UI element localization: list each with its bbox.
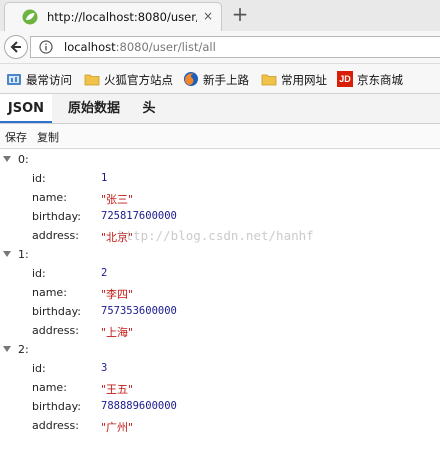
table-row[interactable]: birthday: 725817600000 bbox=[0, 208, 440, 226]
back-button[interactable] bbox=[4, 35, 28, 59]
prop-key: birthday: bbox=[32, 210, 81, 223]
prop-key: address: bbox=[32, 324, 79, 337]
prop-value: "李四" bbox=[101, 288, 134, 301]
bookmark-label: 火狐官方站点 bbox=[104, 73, 173, 87]
prop-key: name: bbox=[32, 381, 67, 394]
table-row[interactable]: birthday: 757353600000 bbox=[0, 303, 440, 321]
node-key: 0: bbox=[18, 153, 29, 166]
table-row[interactable]: id: 1 bbox=[0, 170, 440, 188]
most-visited-icon bbox=[7, 74, 21, 85]
table-row[interactable]: birthday: 788889600000 bbox=[0, 398, 440, 416]
table-row[interactable]: id: 2 bbox=[0, 265, 440, 283]
table-row[interactable]: name: "张三" bbox=[0, 189, 440, 207]
prop-key: name: bbox=[32, 191, 67, 204]
back-arrow-icon bbox=[10, 41, 21, 53]
tree-node-2[interactable]: 2: bbox=[0, 341, 440, 359]
prop-key: address: bbox=[32, 229, 79, 242]
tab-json[interactable]: JSON bbox=[0, 94, 52, 123]
table-row[interactable]: name: "王五" bbox=[0, 379, 440, 397]
prop-key: id: bbox=[32, 362, 46, 375]
url-host: localhost bbox=[64, 40, 116, 54]
info-icon[interactable] bbox=[39, 40, 53, 54]
bookmark-firefox-official[interactable]: 火狐官方站点 bbox=[84, 69, 180, 89]
prop-key: id: bbox=[32, 267, 46, 280]
bookmark-label: 新手上路 bbox=[203, 73, 249, 87]
collapse-triangle-icon[interactable] bbox=[3, 346, 11, 352]
prop-value: 788889600000 bbox=[101, 400, 177, 412]
firefox-icon bbox=[184, 72, 198, 86]
prop-value: "张三" bbox=[101, 193, 134, 206]
table-row[interactable]: address: "北京" bbox=[0, 227, 440, 245]
close-icon[interactable]: × bbox=[203, 9, 215, 23]
table-row[interactable]: id: 3 bbox=[0, 360, 440, 378]
url-text[interactable]: localhost:8080/user/list/all bbox=[64, 40, 216, 54]
prop-key: name: bbox=[32, 286, 67, 299]
prop-key: address: bbox=[32, 419, 79, 432]
jd-icon: JD bbox=[337, 71, 353, 87]
collapse-triangle-icon[interactable] bbox=[3, 156, 11, 162]
tree-node-1[interactable]: 1: bbox=[0, 246, 440, 264]
leaf-icon bbox=[22, 9, 38, 25]
bookmark-jd[interactable]: JD 京东商城 bbox=[337, 69, 413, 89]
bookmark-most-visited[interactable]: 最常访问 bbox=[6, 69, 78, 89]
prop-key: birthday: bbox=[32, 305, 81, 318]
tab-strip: http://localhost:8080/user/list/all × + bbox=[0, 0, 440, 31]
tree-node-0[interactable]: 0: bbox=[0, 151, 440, 169]
prop-value: 1 bbox=[101, 172, 108, 184]
prop-value: "广州" bbox=[101, 421, 134, 434]
url-bar[interactable]: localhost:8080/user/list/all bbox=[30, 36, 440, 58]
json-toolbar: 保存 复制 bbox=[0, 124, 440, 149]
node-key: 1: bbox=[18, 248, 29, 261]
node-key: 2: bbox=[18, 343, 29, 356]
prop-key: birthday: bbox=[32, 400, 81, 413]
prop-value: "王五" bbox=[101, 383, 134, 396]
prop-value: "上海" bbox=[101, 326, 134, 339]
tab-raw-data[interactable]: 原始数据 bbox=[58, 94, 130, 123]
url-path: :8080/user/list/all bbox=[115, 40, 216, 54]
prop-value: "北京" bbox=[101, 231, 134, 244]
prop-value: 2 bbox=[101, 267, 108, 279]
bookmark-label: 常用网址 bbox=[281, 73, 327, 87]
new-tab-button[interactable]: + bbox=[229, 3, 251, 27]
save-button[interactable]: 保存 bbox=[5, 129, 27, 145]
bookmark-label: 最常访问 bbox=[26, 73, 72, 87]
prop-value: 757353600000 bbox=[101, 305, 177, 317]
table-row[interactable]: name: "李四" bbox=[0, 284, 440, 302]
json-tree: 0: id: 1 name: "张三" birthday: 7258176000… bbox=[0, 149, 440, 450]
prop-key: id: bbox=[32, 172, 46, 185]
bookmark-common-sites[interactable]: 常用网址 bbox=[261, 69, 333, 89]
tab-title: http://localhost:8080/user/list/all bbox=[47, 10, 197, 24]
table-row[interactable]: address: "上海" bbox=[0, 322, 440, 340]
table-row[interactable]: address: "广州" bbox=[0, 417, 440, 435]
prop-value: 3 bbox=[101, 362, 108, 374]
prop-value: 725817600000 bbox=[101, 210, 177, 222]
collapse-triangle-icon[interactable] bbox=[3, 251, 11, 257]
bookmark-getting-started[interactable]: 新手上路 bbox=[183, 69, 258, 89]
browser-tab[interactable]: http://localhost:8080/user/list/all × bbox=[4, 2, 222, 31]
json-viewer-tabs: JSON 原始数据 头 bbox=[0, 94, 440, 124]
navigation-bar: localhost:8080/user/list/all bbox=[0, 31, 440, 64]
bookmark-label: 京东商城 bbox=[357, 73, 403, 87]
folder-icon bbox=[84, 74, 100, 86]
copy-button[interactable]: 复制 bbox=[37, 129, 59, 145]
folder-icon bbox=[261, 74, 277, 86]
tab-headers[interactable]: 头 bbox=[136, 94, 162, 123]
bookmarks-toolbar: 最常访问 火狐官方站点 新手上路 常用网址 JD 京东商城 bbox=[0, 64, 440, 94]
